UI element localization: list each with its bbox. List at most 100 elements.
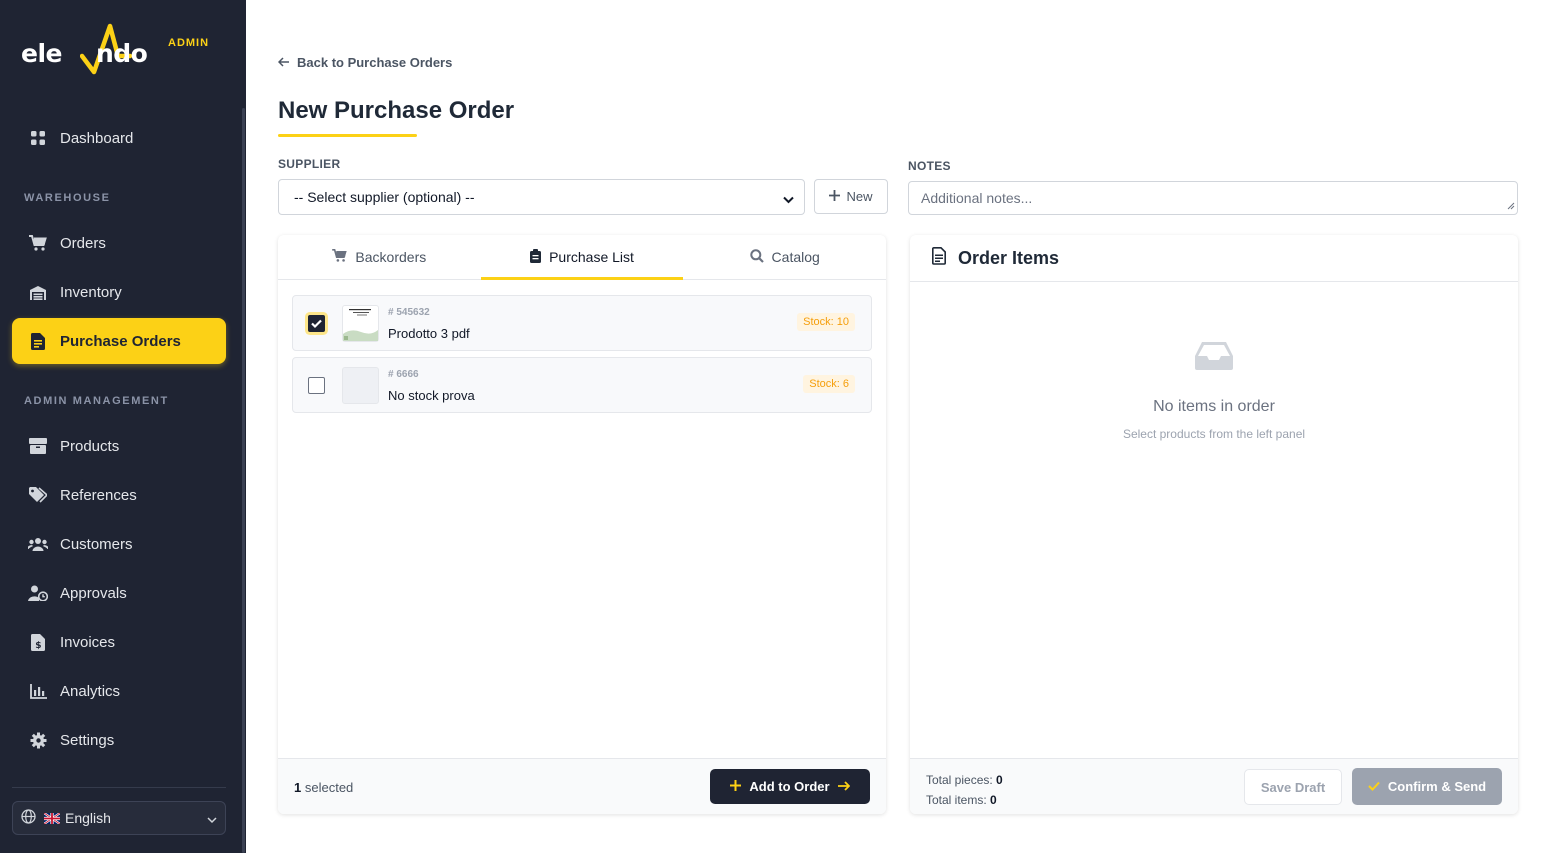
inbox-icon <box>1194 340 1234 375</box>
plus-icon <box>730 779 742 794</box>
sidebar-item-label: Invoices <box>60 633 116 651</box>
language-select[interactable]: English <box>12 801 226 835</box>
sidebar-item-label: Products <box>60 437 120 455</box>
sidebar-item-label: Inventory <box>60 283 122 301</box>
product-list-item[interactable]: # 545632 Prodotto 3 pdf Stock: 10 <box>292 295 872 351</box>
sidebar-item-purchase-orders[interactable]: Purchase Orders <box>12 318 226 364</box>
total-items: Total items: 0 <box>926 793 997 807</box>
supplier-select[interactable]: -- Select supplier (optional) -- <box>278 179 805 215</box>
check-icon <box>311 319 322 329</box>
sidebar-item-analytics[interactable]: Analytics <box>12 668 226 714</box>
warehouse-icon <box>28 282 48 302</box>
confirm-send-button[interactable]: Confirm & Send <box>1352 768 1502 805</box>
add-to-order-label: Add to Order <box>749 779 830 794</box>
invoice-dollar-icon: $ <box>28 632 48 652</box>
chevron-down-icon <box>783 192 794 208</box>
brand-logo[interactable]: ele ndo ADMIN <box>20 22 220 82</box>
file-lines-icon <box>932 246 946 270</box>
arrow-left-icon <box>277 55 289 70</box>
language-label: English <box>65 810 111 826</box>
cart-icon <box>332 249 348 265</box>
chart-bar-icon <box>28 681 48 701</box>
sidebar-item-orders[interactable]: Orders <box>12 220 226 266</box>
empty-state-title: No items in order <box>1153 398 1275 415</box>
chevron-down-icon <box>207 812 217 828</box>
add-to-order-button[interactable]: Add to Order <box>710 769 870 804</box>
check-icon <box>1368 779 1380 794</box>
confirm-send-label: Confirm & Send <box>1387 779 1487 794</box>
tab-backorders[interactable]: Backorders <box>278 235 481 279</box>
uk-flag-icon <box>44 812 60 824</box>
title-underline <box>278 134 417 137</box>
tab-catalog[interactable]: Catalog <box>683 235 886 279</box>
users-icon <box>28 534 48 554</box>
globe-icon <box>21 809 36 827</box>
gear-icon <box>28 730 48 750</box>
product-thumbnail-placeholder <box>342 367 379 404</box>
picker-footer: 1 selected Add to Order <box>278 758 886 814</box>
order-items-title: Order Items <box>958 247 1060 268</box>
selected-count: 1 selected <box>294 780 354 795</box>
resize-handle-icon[interactable] <box>1507 197 1515 213</box>
sidebar-item-label: Settings <box>60 731 115 749</box>
notes-field[interactable]: Additional notes... <box>908 181 1518 215</box>
sidebar-item-label: References <box>60 486 137 504</box>
search-icon <box>749 248 764 266</box>
back-link[interactable]: Back to Purchase Orders <box>277 55 453 70</box>
sidebar-item-label: Customers <box>60 535 133 553</box>
sidebar-item-inventory[interactable]: Inventory <box>12 269 226 315</box>
tab-purchase-list[interactable]: Purchase List <box>480 235 684 280</box>
product-sku: # 545632 <box>388 307 430 318</box>
sidebar-item-label: Dashboard <box>60 129 134 147</box>
arrow-right-icon <box>837 779 850 794</box>
sidebar-item-dashboard[interactable]: Dashboard <box>12 115 226 161</box>
sidebar-item-customers[interactable]: Customers <box>12 521 226 567</box>
clipboard-icon <box>530 248 542 266</box>
svg-text:$: $ <box>35 641 41 651</box>
product-list-item[interactable]: # 6666 No stock prova Stock: 6 <box>292 357 872 413</box>
item-checkbox[interactable] <box>308 377 325 394</box>
cart-icon <box>28 233 48 253</box>
tab-bar: Backorders Purchase List Catalog <box>278 235 886 280</box>
section-label-admin: ADMIN MANAGEMENT <box>24 395 169 407</box>
product-name: Prodotto 3 pdf <box>388 326 470 341</box>
new-supplier-button[interactable]: New <box>814 179 888 214</box>
sidebar-item-invoices[interactable]: $ Invoices <box>12 619 226 665</box>
plus-icon <box>829 189 841 204</box>
product-thumbnail <box>342 305 379 342</box>
order-items-panel: Order Items No items in order Select pro… <box>910 235 1518 814</box>
item-checkbox[interactable] <box>308 315 325 332</box>
sidebar-scrollbar[interactable] <box>242 108 245 853</box>
sidebar-item-references[interactable]: References <box>12 472 226 518</box>
brand-name: ele ndo <box>21 39 148 68</box>
sidebar: ele ndo ADMIN Dashboard WAREHOUSE Orders … <box>0 0 246 853</box>
product-name: No stock prova <box>388 388 475 403</box>
notes-label: NOTES <box>908 159 951 173</box>
user-clock-icon <box>28 583 48 603</box>
tab-label: Purchase List <box>549 249 634 265</box>
page-title: New Purchase Order <box>278 97 515 124</box>
sidebar-item-label: Orders <box>60 234 106 252</box>
sidebar-item-label: Analytics <box>60 682 121 700</box>
sidebar-divider <box>12 787 226 788</box>
sidebar-item-settings[interactable]: Settings <box>12 717 226 763</box>
save-draft-button[interactable]: Save Draft <box>1244 769 1342 805</box>
supplier-select-value: -- Select supplier (optional) -- <box>294 189 475 205</box>
product-sku: # 6666 <box>388 369 419 380</box>
stock-badge: Stock: 6 <box>803 375 855 393</box>
stock-badge: Stock: 10 <box>797 313 855 331</box>
product-picker-panel: Backorders Purchase List Catalog # 54563… <box>278 235 886 814</box>
tab-label: Catalog <box>771 249 820 265</box>
back-link-label: Back to Purchase Orders <box>297 55 453 70</box>
order-footer: Total pieces: 0 Total items: 0 Save Draf… <box>910 758 1518 814</box>
order-totals: Total pieces: 0 Total items: 0 <box>926 770 1003 810</box>
sidebar-item-products[interactable]: Products <box>12 423 226 469</box>
box-icon <box>28 436 48 456</box>
notes-placeholder: Additional notes... <box>921 190 1033 206</box>
supplier-label: SUPPLIER <box>278 157 341 171</box>
sidebar-item-label: Approvals <box>60 584 127 602</box>
total-pieces: Total pieces: 0 <box>926 773 1003 787</box>
sidebar-item-approvals[interactable]: Approvals <box>12 570 226 616</box>
order-items-header: Order Items <box>910 235 1518 282</box>
new-supplier-label: New <box>846 189 873 204</box>
